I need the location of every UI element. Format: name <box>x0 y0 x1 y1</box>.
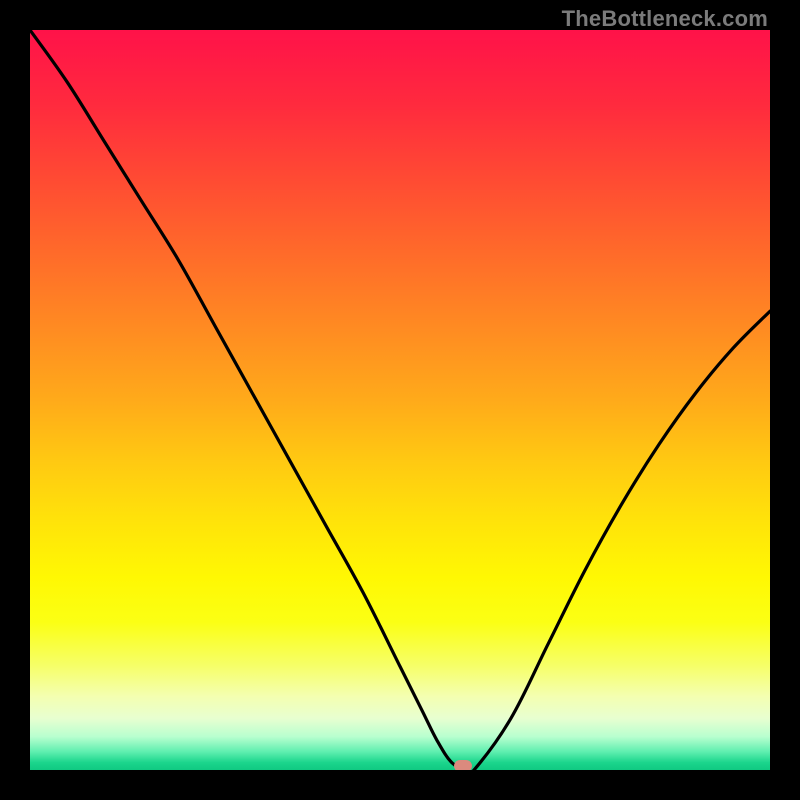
chart-frame: TheBottleneck.com <box>0 0 800 800</box>
minimum-marker <box>454 760 472 770</box>
bottleneck-curve <box>30 30 770 770</box>
watermark-label: TheBottleneck.com <box>562 6 768 32</box>
plot-area <box>30 30 770 770</box>
